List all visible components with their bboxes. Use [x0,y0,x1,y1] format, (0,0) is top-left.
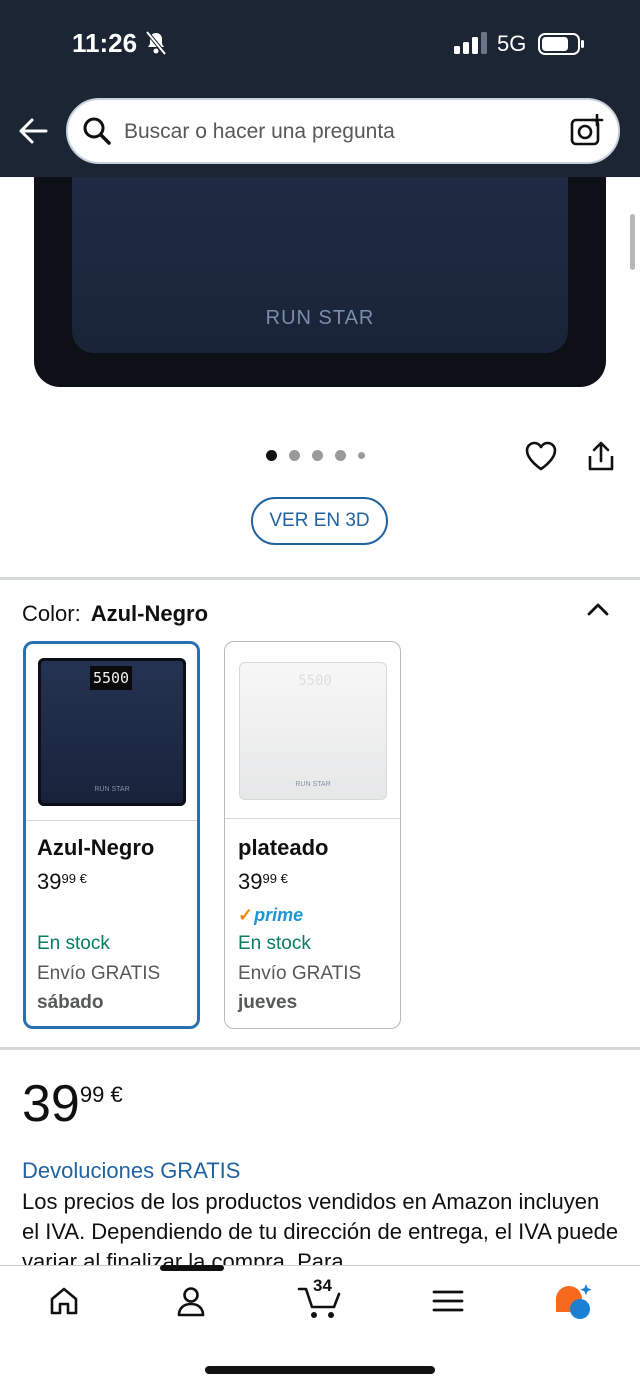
variant-price: 3999 € [238,869,288,895]
section-divider [0,1047,640,1050]
silent-mode-icon [145,30,167,56]
cart-icon[interactable] [297,1285,343,1321]
chevron-up-icon[interactable] [586,598,610,622]
home-indicator [205,1366,435,1374]
search-header [0,90,640,177]
prime-label: prime [254,905,304,925]
shipping-info: Envío GRATIS [238,963,362,984]
variant-price: 3999 € [37,869,87,895]
carousel-indicator [266,450,365,461]
prime-check-icon: ✓ [238,905,254,925]
thumbnail-brand: RUN STAR [94,786,130,793]
scale-display: 5500 [298,673,332,689]
thumbnail-brand: RUN STAR [295,781,331,788]
color-selector-label: Color: Azul-Negro [22,601,208,627]
share-icon[interactable] [585,439,617,473]
network-type: 5G [497,31,527,56]
shipping-info: Envío GRATIS [37,963,161,984]
back-arrow-icon[interactable] [16,114,50,148]
prime-badge: ✓prime [238,905,303,926]
scale-platform: RUN STAR [72,177,568,353]
price-currency: € [280,871,288,886]
price-currency: € [110,1082,123,1107]
variant-image: 5500 RUN STAR [26,644,197,821]
stock-status: En stock [238,933,311,954]
stock-status: En stock [37,933,110,954]
brand-logo: RUN STAR [265,307,375,329]
carousel-dot[interactable] [289,450,300,461]
section-divider [0,577,640,580]
price-fraction: 99 [262,871,277,886]
status-time: 11:26 [72,28,138,58]
variant-thumbnail: 5500 RUN STAR [38,658,186,806]
product-image: RUN STAR [34,177,606,387]
variant-card-azul-negro[interactable]: 5500 RUN STAR Azul-Negro 3999 € En stock… [23,641,200,1029]
product-image-carousel[interactable]: RUN STAR [0,177,640,402]
carousel-dot[interactable] [266,450,277,461]
color-label-text: Color: [22,601,81,626]
carousel-dot[interactable] [312,450,323,461]
status-bar: 11:26 5G [0,0,640,90]
variant-name: plateado [238,835,329,860]
search-icon [83,117,111,145]
variant-name: Azul-Negro [37,835,155,860]
price-currency: € [79,871,87,886]
delivery-day: jueves [238,992,298,1013]
assistant-icon[interactable] [552,1281,594,1321]
account-icon[interactable] [175,1285,207,1317]
carousel-dot[interactable] [358,452,365,459]
menu-icon[interactable] [431,1285,465,1317]
delivery-day: sábado [37,992,104,1013]
product-price: 3999 € [22,1074,123,1134]
vat-notice: Los precios de los productos vendidos en… [22,1189,619,1274]
carousel-dot[interactable] [335,450,346,461]
camera-search-icon[interactable] [570,114,604,148]
price-whole: 39 [37,869,62,894]
price-fraction: 99 [61,871,76,886]
price-fraction: 99 [79,1082,105,1107]
battery-icon [538,33,584,55]
wishlist-heart-icon[interactable] [524,439,558,473]
scale-display: 5500 [90,666,132,690]
active-tab-indicator [160,1265,224,1271]
free-returns-link[interactable]: Devoluciones GRATIS [22,1158,240,1184]
view-3d-button[interactable]: VER EN 3D [251,497,388,545]
variant-card-plateado[interactable]: 5500 RUN STAR plateado 3999 € ✓prime En … [224,641,401,1029]
search-input[interactable] [122,100,556,164]
page-scrollbar[interactable] [630,214,635,270]
price-whole: 39 [22,1075,80,1133]
home-icon[interactable] [48,1285,80,1317]
variant-thumbnail: 5500 RUN STAR [239,662,387,800]
variant-image: 5500 RUN STAR [225,642,400,819]
search-box[interactable] [66,98,620,164]
price-whole: 39 [238,869,263,894]
signal-icon [454,32,487,54]
selected-color: Azul-Negro [90,601,209,626]
